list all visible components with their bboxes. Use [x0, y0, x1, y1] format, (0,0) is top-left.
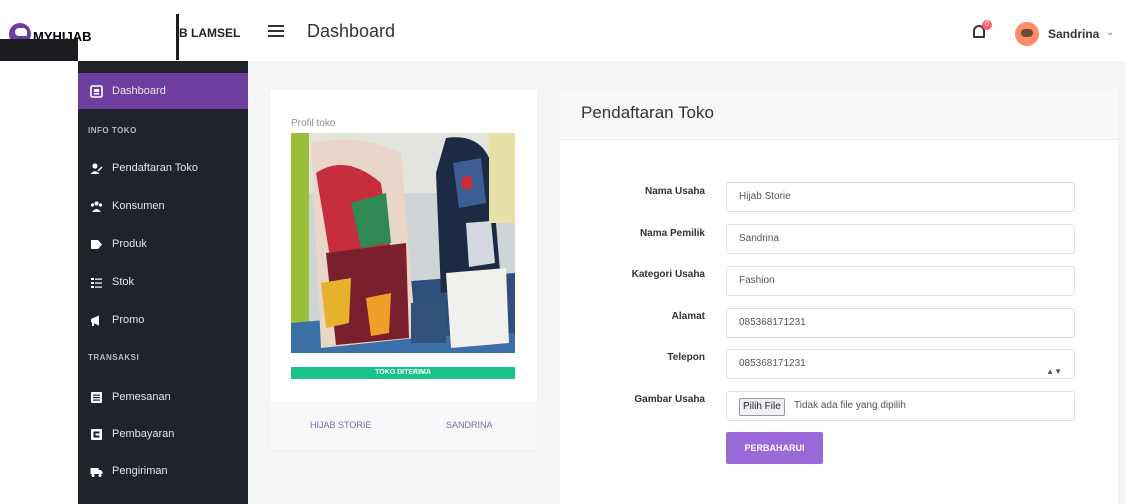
app-root: MYHIJAB B LAMSEL Dashboard 0 Sandrina ⌄ … — [0, 0, 1125, 504]
profile-caption: Profil toko — [291, 118, 336, 129]
form-title: Pendaftaran Toko — [581, 103, 714, 122]
telepon-label: Telepon — [667, 352, 705, 363]
sidebar-item-pendaftaran-toko[interactable]: Pendaftaran Toko — [78, 150, 248, 186]
nama-usaha-label: Nama Usaha — [644, 186, 705, 197]
product-icon — [91, 239, 102, 249]
section-transaksi: TRANSAKSI — [88, 353, 140, 362]
status-badge: TOKO DITERIMA — [291, 367, 515, 379]
alamat-field[interactable]: 085368171231 — [726, 308, 1075, 338]
sidebar-item-label: Produk — [112, 238, 147, 250]
sidebar-item-pemesanan[interactable]: Pemesanan — [78, 379, 248, 415]
owner-name: SANDRINA — [446, 420, 493, 430]
brand-area: MYHIJAB B LAMSEL — [0, 0, 248, 61]
payment-icon — [91, 428, 102, 440]
choose-file-button[interactable]: Pilih File — [739, 398, 785, 416]
sidebar-item-dashboard[interactable]: Dashboard — [78, 73, 248, 109]
shop-name: HIJAB STORIE — [310, 420, 372, 430]
sidebar-item-label: Promo — [112, 314, 145, 326]
registration-form-card: Pendaftaran Toko Nama Usaha Hijab Storie… — [560, 90, 1118, 504]
page-title: Dashboard — [307, 21, 396, 41]
sidebar-item-pengiriman[interactable]: Pengiriman — [78, 453, 248, 489]
sidebar-item-label: Dashboard — [112, 85, 166, 97]
file-status-text: Tidak ada file yang dipilih — [794, 400, 906, 411]
order-icon — [91, 391, 102, 403]
user-edit-icon — [90, 162, 103, 174]
nama-pemilik-field[interactable]: Sandrina — [726, 224, 1075, 254]
chevron-down-icon[interactable]: ⌄ — [1106, 27, 1114, 38]
left-margin — [0, 61, 78, 504]
nama-pemilik-label: Nama Pemilik — [639, 228, 705, 239]
sidebar-item-label: Stok — [112, 276, 135, 288]
promo-icon — [91, 315, 99, 326]
kategori-usaha-label: Kategori Usaha — [631, 269, 705, 280]
section-info-toko: INFO TOKO — [88, 126, 137, 135]
list-icon — [91, 277, 102, 288]
telepon-value: 085368171231 — [739, 358, 806, 369]
notification-badge: 0 — [982, 20, 992, 30]
brand-dark-strip — [0, 39, 78, 61]
number-spinner-icon[interactable]: ▲▼ — [1046, 358, 1062, 386]
sidebar-item-pembayaran[interactable]: Pembayaran — [78, 416, 248, 452]
sidebar: Dashboard INFO TOKO Pendaftaran Toko Kon… — [78, 61, 248, 504]
kategori-usaha-field[interactable]: Fashion — [726, 266, 1075, 296]
users-icon — [90, 201, 103, 212]
gambar-usaha-field: Pilih File Tidak ada file yang dipilih — [726, 391, 1075, 421]
gambar-usaha-label: Gambar Usaha — [634, 394, 705, 405]
brand-sub: B LAMSEL — [179, 26, 241, 40]
store-photo — [291, 133, 515, 353]
sidebar-item-produk[interactable]: Produk — [78, 226, 248, 262]
sidebar-item-label: Pendaftaran Toko — [112, 162, 199, 174]
form-header: Pendaftaran Toko — [560, 90, 1118, 140]
sidebar-item-konsumen[interactable]: Konsumen — [78, 188, 248, 224]
profile-card: Profil toko TOKO DITERIMA HIJAB STORIE S… — [270, 90, 537, 450]
nama-usaha-field[interactable]: Hijab Storie — [726, 182, 1075, 212]
alamat-label: Alamat — [671, 311, 705, 322]
update-button[interactable]: PERBAHARUI — [726, 432, 823, 464]
telepon-field[interactable]: 085368171231 ▲▼ — [726, 349, 1075, 379]
sidebar-item-promo[interactable]: Promo — [78, 302, 248, 338]
sidebar-item-label: Konsumen — [112, 200, 165, 212]
sidebar-item-label: Pembayaran — [112, 428, 175, 440]
user-name[interactable]: Sandrina — [1048, 27, 1099, 41]
menu-toggle-icon[interactable] — [268, 25, 284, 37]
sidebar-item-label: Pemesanan — [112, 391, 171, 403]
store-photo-illustration — [291, 133, 515, 353]
avatar[interactable] — [1015, 22, 1039, 46]
truck-icon — [90, 467, 103, 477]
sidebar-item-label: Pengiriman — [112, 465, 168, 477]
top-header: Dashboard 0 Sandrina ⌄ — [248, 0, 1125, 61]
dashboard-icon — [90, 84, 103, 98]
sidebar-item-stok[interactable]: Stok — [78, 264, 248, 300]
